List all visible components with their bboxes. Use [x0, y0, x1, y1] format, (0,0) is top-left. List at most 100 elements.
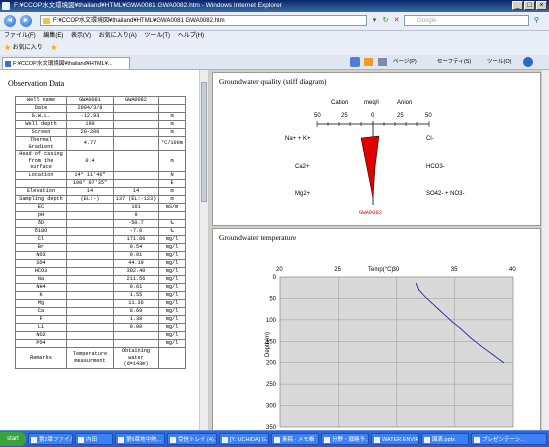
table-cell: mg/l	[158, 266, 186, 276]
table-cell	[158, 96, 186, 105]
table-cell: 14° 11'46"	[66, 170, 114, 180]
menu-help[interactable]: ヘルプ(H)	[178, 33, 204, 39]
observation-table: Well name GWA0081 GWA0082 Date 2004/3/8 G.W.L…	[15, 96, 186, 369]
table-cell	[66, 322, 114, 332]
left-scroll-thumb[interactable]	[201, 82, 207, 202]
taskbar-item[interactable]: [Y. UCHIDA] G...	[219, 433, 269, 445]
y-tick-label: 150	[266, 339, 277, 345]
add-favorite-icon[interactable]	[50, 43, 58, 51]
table-cell: 171.86	[113, 234, 159, 244]
menu-edit[interactable]: 編集(E)	[43, 33, 63, 39]
menu-tools[interactable]: ツール(T)	[144, 33, 170, 39]
left-scrollbar[interactable]	[199, 70, 208, 430]
table-cell: δ18O	[15, 226, 67, 236]
table-cell	[113, 178, 159, 188]
table-cell: N	[158, 170, 186, 180]
table-row: Well depth 199 m	[15, 120, 186, 129]
taskbar-item[interactable]: プレゼンテーシ...	[471, 433, 547, 445]
temperature-point	[469, 336, 471, 338]
table-cell	[15, 178, 67, 188]
minimize-button[interactable]: _	[512, 1, 523, 10]
taskbar-item[interactable]: WATER ENVIR...	[371, 433, 419, 445]
table-cell: 0.00	[113, 322, 159, 332]
page-menu[interactable]: ページ(P)	[393, 57, 417, 67]
table-row: EC 101 mS/m	[15, 202, 186, 212]
taskbar-item[interactable]: 分野・戦略予...	[321, 433, 369, 445]
y-tick-label: 100	[266, 318, 277, 324]
cation-mg-label: Mg2+	[295, 191, 311, 197]
taskbar-item[interactable]: 内田	[75, 433, 113, 445]
home-icon[interactable]	[350, 57, 360, 67]
table-row: Ca 8.69 mg/l	[15, 306, 186, 316]
table-row: PO4 mg/l	[15, 338, 186, 348]
table-cell: NO3	[15, 250, 67, 260]
table-row: Na 211.56 mg/l	[15, 274, 186, 284]
x-tick-label: 30	[393, 267, 400, 273]
table-cell: mg/l	[158, 298, 186, 308]
tools-menu[interactable]: ツール(O)	[487, 57, 511, 67]
taskbar-item[interactable]: 素稿 - メモ帳	[271, 433, 319, 445]
table-row: δ18O -7.0 ‰	[15, 226, 186, 236]
table-cell: Br	[15, 242, 67, 252]
observation-pane: Observation Data Well name GWA0081 GWA0082…	[0, 70, 209, 430]
dropdown-icon[interactable]: ▾	[369, 15, 380, 26]
taskbar: start 第2章ファイル 内田 第6章地中熱... 受信トレイ (4)... …	[0, 430, 549, 447]
table-row: NH4 0.61 mg/l	[15, 282, 186, 292]
feed-icon[interactable]	[364, 58, 373, 66]
favorites-bar: お気に入り	[0, 41, 549, 56]
favorites-star-icon[interactable]	[4, 43, 11, 51]
table-cell: 14	[113, 186, 159, 196]
taskbar-item[interactable]: 第6章地中熱...	[115, 433, 165, 445]
start-button[interactable]: start	[0, 432, 26, 446]
help-icon[interactable]	[523, 57, 533, 67]
table-cell: Well name	[15, 96, 67, 105]
forward-button[interactable]: ►	[20, 15, 32, 27]
table-cell: 1.38	[113, 314, 159, 324]
table-cell: mg/l	[158, 282, 186, 292]
table-cell	[66, 338, 114, 348]
close-button[interactable]: ×	[536, 1, 547, 10]
tick-label: 50	[425, 113, 432, 119]
table-cell: mg/l	[158, 274, 186, 284]
taskbar-item[interactable]: 図表.pptx	[421, 433, 469, 445]
safety-menu[interactable]: セーフティ(S)	[437, 57, 471, 67]
refresh-icon[interactable]: ↻	[380, 15, 391, 26]
temperature-point	[444, 315, 446, 317]
taskbar-item[interactable]: 第2章ファイル	[28, 433, 73, 445]
table-cell	[66, 226, 114, 236]
address-bar[interactable]: F:¥CCOP水文環境図¥thailand¥HTML¥GWA0081 GWA00…	[40, 15, 367, 26]
search-input[interactable]: Google	[404, 15, 529, 26]
print-icon[interactable]	[378, 58, 387, 66]
search-icon[interactable]: ⚲	[531, 15, 542, 26]
unit-label: meq/l	[364, 100, 379, 106]
favorites-label[interactable]: お気に入り	[13, 45, 43, 51]
table-cell: mg/l	[158, 330, 186, 340]
table-row: pH 9	[15, 210, 186, 220]
table-cell: 0.4	[66, 150, 114, 172]
maximize-button[interactable]: □	[524, 1, 535, 10]
table-cell: mg/l	[158, 306, 186, 316]
table-cell: Date	[15, 104, 67, 113]
table-cell: 4.77	[66, 135, 114, 152]
tick-label: 25	[341, 113, 348, 119]
y-tick-label: 0	[273, 275, 277, 281]
table-cell: -7.0	[113, 226, 159, 236]
table-cell: 20-200	[66, 128, 114, 137]
menu-file[interactable]: ファイル(F)	[4, 33, 36, 39]
table-cell: 100° 07'35"	[66, 178, 114, 188]
table-cell: mg/l	[158, 290, 186, 300]
menu-favorites[interactable]: お気に入り(A)	[99, 33, 137, 39]
table-row: Br 0.54 mg/l	[15, 242, 186, 252]
menu-view[interactable]: 表示(V)	[71, 33, 91, 39]
stop-icon[interactable]: ✕	[391, 15, 402, 26]
back-button[interactable]: ◄	[4, 15, 16, 27]
table-cell: 101	[113, 202, 159, 212]
browser-tab[interactable]: F:¥CCOP水文環境図¥thailand¥HTML¥...	[2, 57, 130, 69]
table-row: Head of casing from the surface 0.4 m	[15, 150, 186, 172]
table-cell: (EL:-)	[66, 194, 114, 204]
taskbar-item[interactable]: 受信トレイ (4)...	[167, 433, 217, 445]
table-row: Remarks Temperature measurment Obtaining w…	[15, 346, 186, 369]
temperature-point	[460, 327, 462, 329]
right-scrollbar[interactable]	[541, 70, 549, 430]
table-cell: m	[158, 194, 186, 204]
